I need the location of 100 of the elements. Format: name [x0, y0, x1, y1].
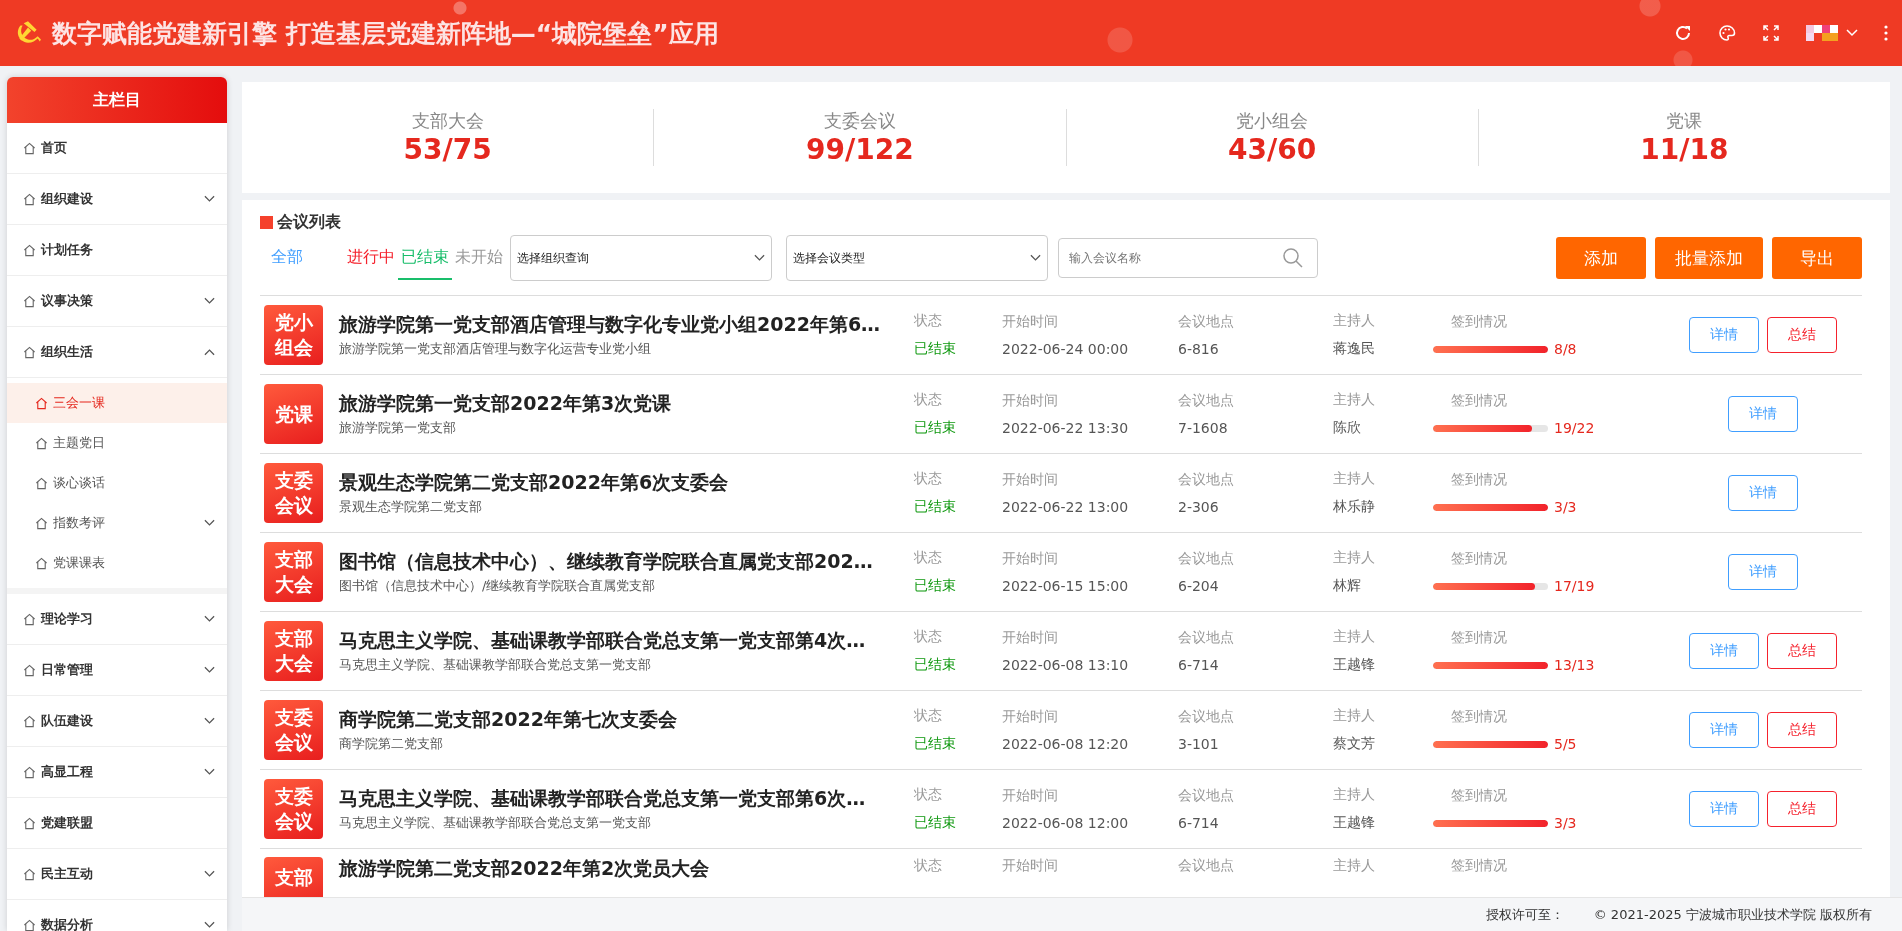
- home-icon: [23, 141, 36, 155]
- meeting-title[interactable]: 景观生态学院第二党支部2022年第6次支委会: [339, 470, 729, 493]
- sidebar-item[interactable]: 计划任务: [7, 225, 227, 276]
- branch-name: 图书馆（信息技术中心）/继续教育学院联合直属党支部: [339, 576, 657, 595]
- meeting-type-badge: 支部大会: [264, 542, 323, 602]
- submenu-item[interactable]: 指数考评: [7, 503, 227, 543]
- field-label: 主持人: [1333, 312, 1376, 330]
- home-icon: [23, 765, 36, 779]
- sidebar-title: 主栏目: [7, 77, 227, 123]
- license-label: 授权许可至：: [1485, 905, 1564, 924]
- start-time: 2022-06-22 13:00: [1002, 499, 1130, 515]
- list-title: 会议列表: [277, 212, 341, 233]
- signin-count: 5/5: [1554, 736, 1577, 752]
- start-time: 2022-06-15 15:00: [1002, 578, 1130, 594]
- chevron-down-icon: [204, 870, 215, 878]
- type-select[interactable]: 选择会议类型: [786, 235, 1048, 281]
- chevron-down-icon: [204, 615, 215, 623]
- field-label: 会议地点: [1178, 313, 1235, 331]
- field-label: 会议地点: [1178, 629, 1235, 647]
- host-name: 王越锋: [1333, 656, 1376, 674]
- host-name: 蒋逸民: [1333, 340, 1376, 358]
- branch-name: 景观生态学院第二党支部: [339, 497, 483, 516]
- status-text: 已结束: [914, 656, 957, 674]
- field-label: 签到情况: [1450, 629, 1508, 647]
- field-label: 主持人: [1333, 391, 1376, 409]
- status-text: 已结束: [914, 735, 957, 753]
- meeting-place: 6-816: [1178, 341, 1220, 357]
- chevron-down-icon: [204, 297, 215, 305]
- home-icon: [23, 243, 36, 257]
- summary-button[interactable]: 总结: [1766, 633, 1837, 669]
- field-label: 状态: [914, 857, 943, 875]
- meeting-title[interactable]: 旅游学院第一党支部2022年第3次党课: [339, 391, 672, 414]
- field-label: 会议地点: [1178, 787, 1235, 805]
- chevron-down-icon[interactable]: [1846, 29, 1858, 37]
- host-name: 王越锋: [1333, 814, 1376, 832]
- stat-value: 99/122: [806, 133, 914, 166]
- chevron-down-icon: [204, 921, 215, 929]
- summary-button[interactable]: 总结: [1766, 712, 1837, 748]
- stat-label: 支委会议: [823, 109, 896, 133]
- filter-tab[interactable]: 进行中: [344, 236, 398, 280]
- sidebar-item[interactable]: 首页: [7, 123, 227, 174]
- sidebar-item[interactable]: 组织建设: [7, 174, 227, 225]
- start-time: 2022-06-08 12:00: [1002, 815, 1130, 831]
- signin-count: 3/3: [1554, 499, 1577, 515]
- sidebar-item[interactable]: 日常管理: [7, 645, 227, 696]
- chevron-up-icon: [204, 348, 215, 356]
- org-select[interactable]: 选择组织查询: [510, 235, 772, 281]
- search-field[interactable]: 输入会议名称: [1058, 238, 1318, 278]
- field-label: 开始时间: [1002, 787, 1059, 805]
- meeting-place: 7-1608: [1178, 420, 1229, 436]
- sidebar-item[interactable]: 理论学习: [7, 594, 227, 645]
- chevron-down-icon: [204, 666, 215, 674]
- refresh-icon[interactable]: [1674, 24, 1692, 42]
- home-icon: [23, 345, 36, 359]
- stat-value: 53/75: [403, 133, 492, 166]
- meeting-title[interactable]: 旅游学院第一党支部酒店管理与数字化专业党小组2022年第6…: [339, 312, 881, 335]
- stat-label: 支部大会: [411, 109, 484, 133]
- meeting-title[interactable]: 马克思主义学院、基础课教学部联合党总支第一党支部第4次…: [339, 628, 866, 651]
- search-icon[interactable]: [1282, 247, 1304, 269]
- meeting-title[interactable]: 旅游学院第二党支部2022年第2次党员大会: [339, 857, 710, 879]
- sidebar-item[interactable]: 民主互动: [7, 849, 227, 900]
- submenu-item[interactable]: 三会一课: [7, 383, 227, 423]
- submenu-item[interactable]: 谈心谈话: [7, 463, 227, 503]
- submenu-item[interactable]: 党课课表: [7, 543, 227, 583]
- chevron-down-icon: [204, 768, 215, 776]
- status-text: 已结束: [914, 577, 957, 595]
- sidebar-item[interactable]: 党建联盟: [7, 798, 227, 849]
- palette-icon[interactable]: [1718, 24, 1736, 42]
- summary-button[interactable]: 总结: [1766, 791, 1837, 827]
- signin-count: 3/3: [1554, 815, 1577, 831]
- sidebar-item[interactable]: 议事决策: [7, 276, 227, 327]
- status-text: 已结束: [914, 340, 957, 358]
- meeting-title[interactable]: 图书馆（信息技术中心）、继续教育学院联合直属党支部202…: [339, 549, 873, 572]
- sidebar-item[interactable]: 高显工程: [7, 747, 227, 798]
- meeting-title[interactable]: 商学院第二党支部2022年第七次支委会: [339, 707, 677, 730]
- home-icon: [23, 867, 36, 881]
- meeting-place: 6-204: [1178, 578, 1220, 594]
- field-label: 主持人: [1333, 470, 1376, 488]
- field-label: 主持人: [1333, 786, 1376, 804]
- meeting-type-badge: 支委会议: [264, 463, 323, 523]
- home-icon: [35, 556, 48, 570]
- status-text: 已结束: [914, 498, 957, 516]
- avatar-icon[interactable]: [1806, 25, 1838, 41]
- meeting-place: 6-714: [1178, 815, 1220, 831]
- host-name: 蔡文芳: [1333, 735, 1376, 753]
- more-icon[interactable]: [1884, 24, 1888, 42]
- home-icon: [23, 612, 36, 626]
- status-text: 已结束: [914, 419, 957, 437]
- meeting-title[interactable]: 马克思主义学院、基础课教学部联合党总支第一党支部第6次…: [339, 786, 866, 809]
- field-label: 签到情况: [1450, 857, 1508, 875]
- host-name: 林乐静: [1333, 498, 1376, 516]
- fullscreen-icon[interactable]: [1762, 24, 1780, 42]
- sidebar-item[interactable]: 数据分析: [7, 900, 227, 931]
- sidebar-item[interactable]: 队伍建设: [7, 696, 227, 747]
- stat-value: 43/60: [1228, 133, 1317, 166]
- summary-button[interactable]: 总结: [1766, 317, 1837, 353]
- home-icon: [23, 714, 36, 728]
- submenu-item[interactable]: 主题党日: [7, 423, 227, 463]
- home-icon: [23, 816, 36, 830]
- home-icon: [23, 294, 36, 308]
